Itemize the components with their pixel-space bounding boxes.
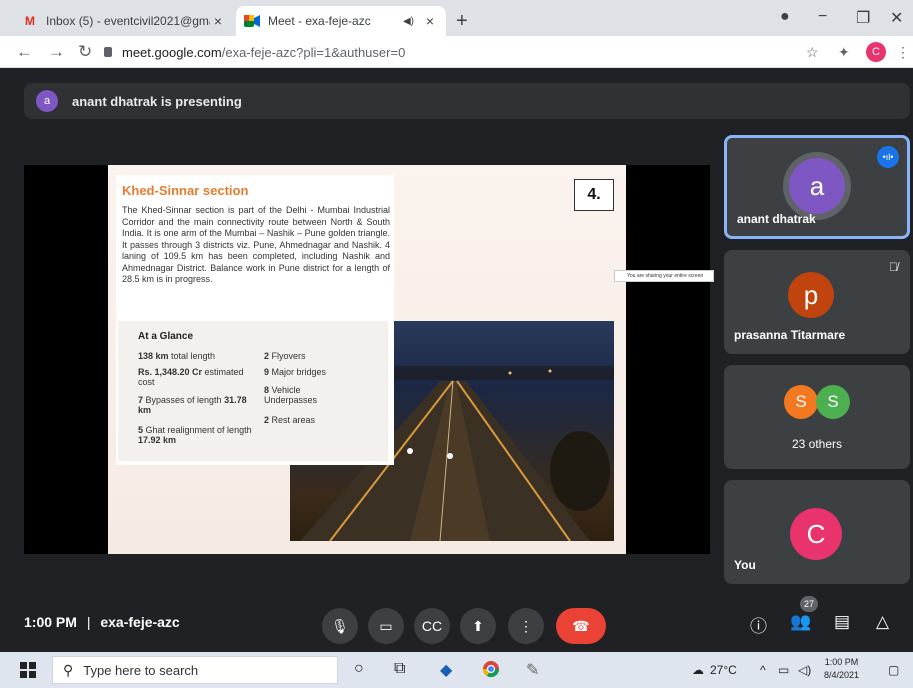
speaking-indicator-icon: •ıl•	[877, 146, 899, 168]
camera-button[interactable]: ▭	[368, 608, 404, 644]
windows-taskbar: ⚲ Type here to search ○ ⧉ ◆ ✎ ☁ 27°C ^ ▭…	[0, 652, 913, 688]
cortana-icon[interactable]: ○	[354, 660, 364, 678]
meeting-code: exa-feje-azc	[100, 614, 180, 630]
glance-item: 2 Rest areas	[264, 415, 316, 425]
gmail-icon: M	[25, 14, 35, 28]
window-close-button[interactable]: ✕	[890, 8, 903, 28]
slide: Khed-Sinnar section The Khed-Sinnar sect…	[108, 165, 626, 554]
captions-button[interactable]: CC	[414, 608, 450, 644]
browser-menu-icon[interactable]: ⋮	[896, 44, 910, 61]
bookmark-star-icon[interactable]: ☆	[806, 44, 819, 61]
windows-start-icon[interactable]	[20, 662, 36, 678]
glance-item: 5 Ghat realignment of length 17.92 km	[138, 425, 252, 445]
participant-avatar: S	[784, 385, 818, 419]
app-icon[interactable]: ◆	[440, 660, 452, 680]
clock-date: 8/4/2021	[824, 670, 860, 680]
leave-call-button[interactable]: ☎	[556, 608, 606, 644]
back-icon[interactable]: ←	[16, 42, 33, 62]
slide-title: Khed-Sinnar section	[122, 183, 249, 198]
participant-tile-you[interactable]: C You	[724, 480, 910, 584]
glance-item: 138 km total length	[138, 351, 216, 361]
profile-avatar[interactable]: C	[866, 42, 886, 62]
meet-stage: a anant dhatrak is presenting Khed-Sinna…	[0, 69, 913, 652]
participant-tile-prasanna[interactable]: p 🎙̸ prasanna Titarmare	[724, 250, 910, 354]
meeting-details-icon[interactable]: ⓘ	[750, 612, 767, 637]
participant-name: anant dhatrak	[737, 212, 816, 226]
glance-item: Rs. 1,348.20 Cr estimated cost	[138, 367, 244, 387]
participant-avatar: S	[816, 385, 850, 419]
reload-icon[interactable]: ↻	[78, 42, 92, 62]
people-icon[interactable]: 👥	[790, 612, 811, 632]
weather-icon[interactable]: ☁	[692, 663, 704, 677]
minimize-button[interactable]: −	[818, 8, 827, 26]
maximize-button[interactable]: ❐	[856, 8, 870, 28]
app-icon[interactable]: ✎	[526, 660, 539, 680]
glance-item: 9 Major bridges	[264, 367, 327, 377]
people-count-badge: 27	[800, 596, 818, 612]
presenting-banner: a anant dhatrak is presenting	[24, 83, 910, 119]
meet-icon	[244, 14, 260, 28]
glance-title: At a Glance	[138, 331, 194, 342]
taskbar-search-input[interactable]: ⚲ Type here to search	[52, 656, 338, 684]
url-host: meet.google.com	[122, 44, 222, 60]
slide-number: 4.	[574, 179, 614, 211]
tab-title: Inbox (5) - eventcivil2021@gmai	[46, 14, 210, 28]
participant-avatar: p	[788, 272, 834, 318]
close-icon[interactable]: ×	[422, 13, 438, 29]
more-options-button[interactable]: ⋮	[508, 608, 544, 644]
presenter-avatar: a	[36, 90, 58, 112]
participant-avatar: a	[789, 158, 845, 214]
audio-playing-icon[interactable]: ◀)	[403, 16, 414, 27]
tab-title: Meet - exa-feje-azc	[268, 14, 371, 28]
activities-icon[interactable]: △	[876, 612, 889, 632]
glance-item: 2 Flyovers	[264, 351, 306, 361]
address-bar: ← → ↻ meet.google.com /exa-feje-azc?pli=…	[0, 36, 913, 68]
search-placeholder: Type here to search	[83, 662, 199, 678]
mic-off-icon: 🎙̸	[889, 260, 898, 274]
presentation-view[interactable]: Khed-Sinnar section The Khed-Sinnar sect…	[24, 165, 714, 554]
participant-tile-others[interactable]: S S 23 others	[724, 365, 910, 469]
new-tab-button[interactable]: +	[456, 10, 468, 33]
presenting-text: anant dhatrak is presenting	[72, 93, 242, 109]
tab-meet[interactable]: Meet - exa-feje-azc ◀) ×	[236, 6, 446, 36]
clock-time: 1:00 PM	[824, 657, 859, 667]
lock-icon	[104, 47, 112, 57]
microphone-button[interactable]: 🎙	[322, 608, 358, 644]
meeting-info: 1:00 PM | exa-feje-azc	[24, 614, 180, 630]
meeting-time: 1:00 PM	[24, 614, 77, 630]
search-icon: ⚲	[63, 661, 74, 678]
slide-paragraph: The Khed-Sinnar section is part of the D…	[122, 205, 390, 284]
notifications-icon[interactable]: ▢	[888, 663, 899, 677]
media-control-icon[interactable]: ●	[780, 8, 790, 26]
url-field[interactable]: meet.google.com /exa-feje-azc?pli=1&auth…	[104, 40, 804, 64]
weather-temp[interactable]: 27°C	[710, 663, 737, 677]
others-count: 23 others	[791, 437, 843, 451]
chat-icon[interactable]: ▤	[834, 612, 850, 632]
participant-name: You	[734, 558, 756, 572]
volume-icon[interactable]: ◁)	[798, 663, 811, 677]
participant-tile-anant[interactable]: a •ıl• anant dhatrak	[724, 135, 910, 239]
sharing-screen-notice: You are sharing your entire screen	[614, 270, 714, 282]
url-path: /exa-feje-azc?pli=1&authuser=0	[221, 44, 406, 60]
task-view-icon[interactable]: ⧉	[394, 660, 405, 678]
close-icon[interactable]: ×	[210, 13, 226, 29]
network-icon[interactable]: ▭	[778, 663, 789, 677]
tray-chevron-icon[interactable]: ^	[760, 663, 766, 677]
forward-icon[interactable]: →	[48, 42, 65, 62]
present-button[interactable]: ⬆	[460, 608, 496, 644]
at-a-glance-box: At a Glance 138 km total length Rs. 1,34…	[118, 321, 388, 461]
separator: |	[86, 614, 91, 630]
meeting-controls-bar: 1:00 PM | exa-feje-azc 🎙 ▭ CC ⬆ ⋮ ☎ ⓘ 👥 …	[0, 600, 913, 652]
browser-tab-strip: M Inbox (5) - eventcivil2021@gmai × Meet…	[0, 0, 913, 36]
tab-gmail[interactable]: M Inbox (5) - eventcivil2021@gmai ×	[14, 6, 234, 36]
chrome-icon[interactable]	[482, 660, 500, 683]
participant-avatar: C	[790, 508, 842, 560]
taskbar-clock[interactable]: 1:00 PM 8/4/2021	[824, 656, 859, 682]
glance-item: 8 Vehicle Underpasses	[264, 385, 318, 405]
glance-item: 7 Bypasses of length 31.78 km	[138, 395, 247, 415]
participant-name: prasanna Titarmare	[734, 328, 846, 342]
extensions-icon[interactable]: ✦	[838, 44, 850, 61]
